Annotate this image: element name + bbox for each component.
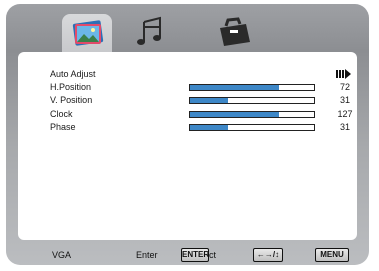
- menu-label: Clock: [50, 109, 73, 119]
- menu-key-button[interactable]: MENU: [315, 248, 349, 262]
- menu-row-h-position[interactable]: H.Position 72: [50, 81, 360, 93]
- tab-picture[interactable]: [62, 14, 112, 54]
- clock-slider[interactable]: [189, 111, 315, 118]
- menu-value: 72: [339, 82, 350, 92]
- v-position-slider[interactable]: [189, 97, 315, 104]
- menu-value: 31: [339, 95, 350, 105]
- menu-content: Auto Adjust H.Position 72 V. Position 31…: [18, 52, 357, 240]
- menu-label: Phase: [50, 122, 76, 132]
- menu-row-phase[interactable]: Phase 31: [50, 121, 360, 133]
- menu-value: 31: [339, 122, 350, 132]
- enter-key-button[interactable]: ENTER: [181, 248, 209, 262]
- slider-fill: [190, 112, 280, 117]
- slider-fill: [190, 125, 229, 130]
- toolbox-icon: [220, 17, 250, 46]
- menu-row-v-position[interactable]: V. Position 31: [50, 94, 360, 106]
- menu-row-auto-adjust[interactable]: Auto Adjust: [50, 68, 360, 80]
- menu-label: Auto Adjust: [50, 69, 96, 79]
- h-position-slider[interactable]: [189, 84, 315, 91]
- picture-icon: [72, 20, 104, 46]
- menu-label: H.Position: [50, 82, 92, 92]
- slider-fill: [190, 98, 229, 103]
- enter-hint-label: Enter: [136, 250, 158, 260]
- menu-value: 127: [337, 109, 353, 119]
- menu-row-clock[interactable]: Clock 127: [50, 108, 360, 120]
- execute-arrow-icon: [336, 69, 351, 79]
- menu-label: V. Position: [50, 95, 93, 105]
- tab-setup[interactable]: [212, 12, 256, 50]
- footer-bar: VGA Enter ENTER ct ←→/↕ MENU: [0, 248, 379, 264]
- tab-audio[interactable]: [132, 12, 172, 50]
- navigate-key-button[interactable]: ←→/↕: [253, 248, 283, 262]
- music-note-icon: [137, 16, 161, 45]
- select-hint-label: ct: [209, 250, 217, 260]
- input-source-label: VGA: [52, 250, 72, 260]
- osd-panel: Auto Adjust H.Position 72 V. Position 31…: [6, 4, 369, 265]
- slider-fill: [190, 85, 280, 90]
- phase-slider[interactable]: [189, 124, 315, 131]
